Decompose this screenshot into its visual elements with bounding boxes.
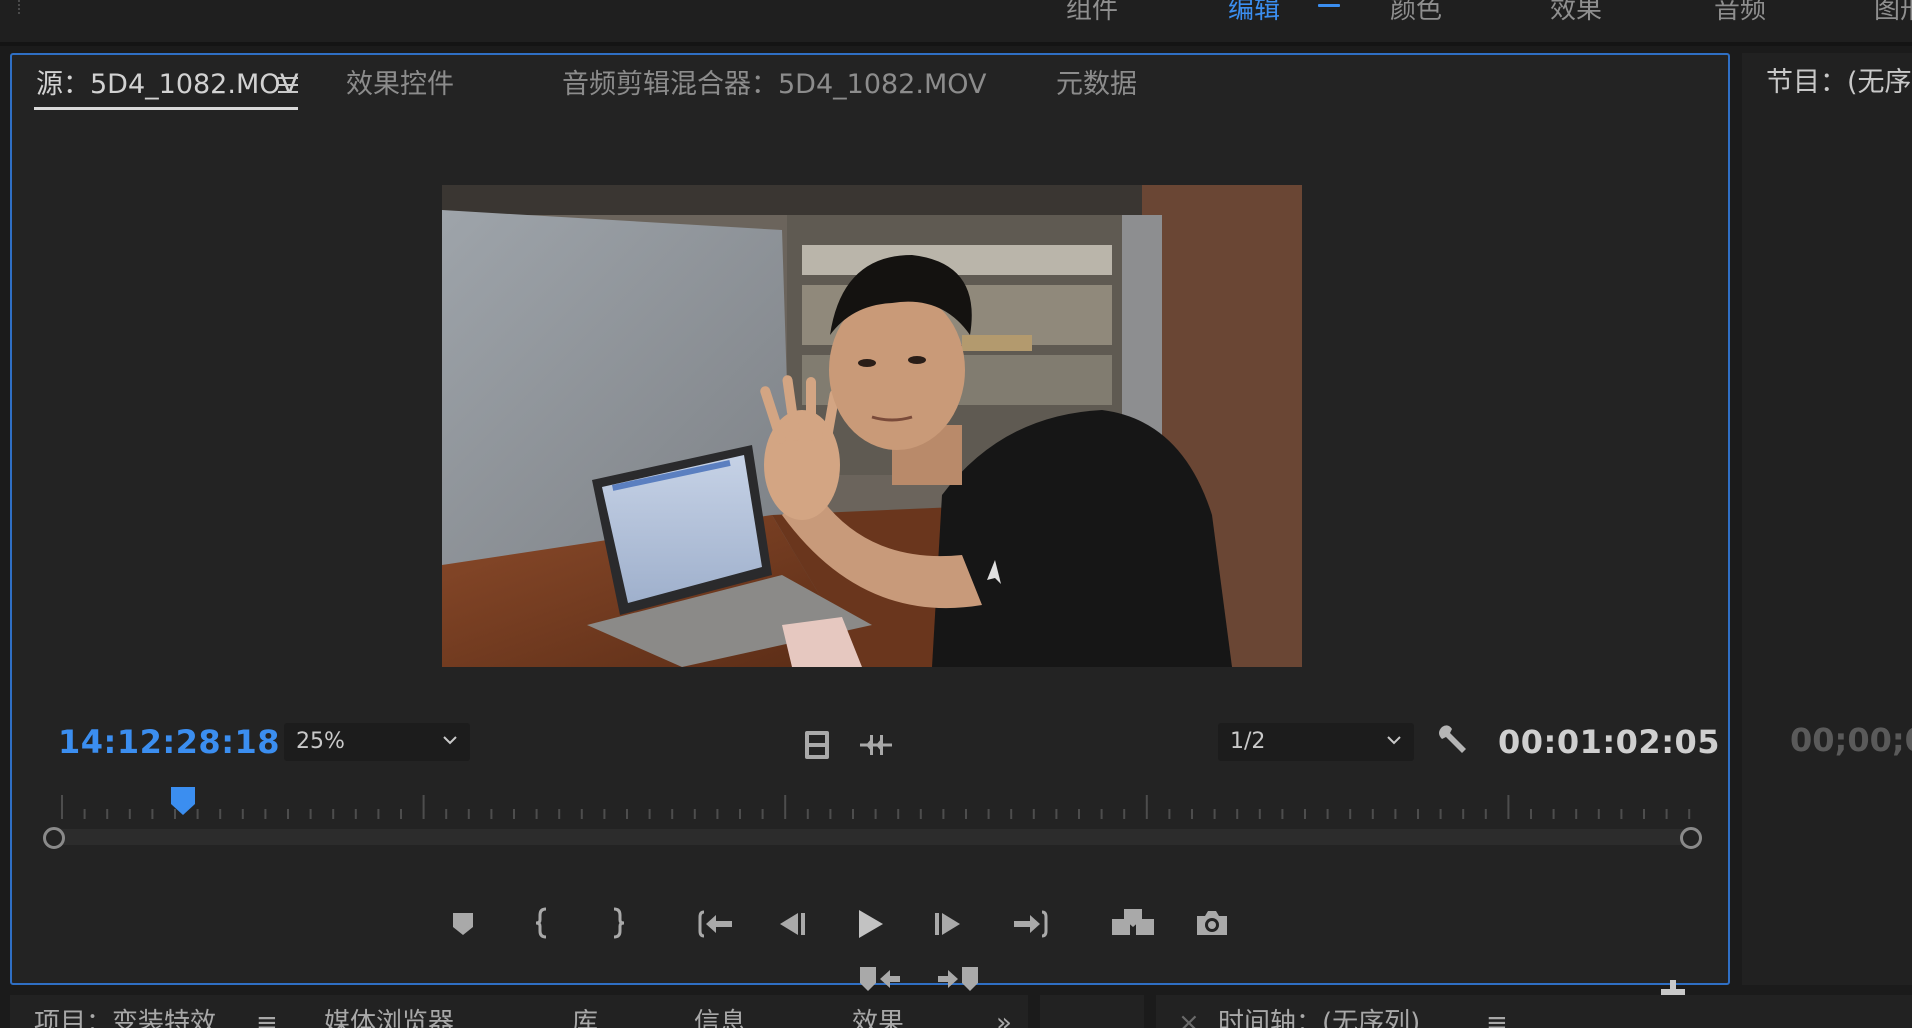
- resolution-value: 1/2: [1230, 729, 1266, 754]
- zoom-dropdown[interactable]: 25%: [284, 723, 470, 761]
- overwrite-icon[interactable]: [936, 965, 980, 993]
- timeline-menu-icon[interactable]: ≡: [1486, 1008, 1508, 1028]
- go-to-out-icon[interactable]: [1012, 909, 1048, 939]
- duration-timecode: 00:01:02:05: [1498, 723, 1721, 761]
- tab-effect-controls[interactable]: 效果控件: [346, 65, 454, 105]
- program-monitor-panel[interactable]: 节目：(无序列) 00;00;00;00: [1742, 53, 1912, 985]
- video-frame-image: [442, 185, 1302, 667]
- play-icon[interactable]: [854, 907, 886, 941]
- tab-info[interactable]: 信息: [694, 1008, 746, 1028]
- workspace-tab-graphics[interactable]: 图形: [1874, 0, 1912, 26]
- tab-source[interactable]: 源：5D4_1082.MOV: [36, 65, 299, 105]
- audio-waveform-icon[interactable]: [858, 731, 894, 759]
- workspace-bar: 组件 编辑 颜色 效果 音频 图形: [0, 0, 1912, 46]
- chevron-down-icon: [1387, 736, 1401, 745]
- insert-overlay-icon[interactable]: [1110, 907, 1156, 939]
- video-preview[interactable]: [442, 185, 1302, 667]
- tab-project[interactable]: 项目：变装特效: [34, 1008, 216, 1028]
- source-panel-tabs: 源：5D4_1082.MOV 效果控件 音频剪辑混合器：5D4_1082.MOV…: [12, 55, 1728, 115]
- bottom-panels: 项目：变装特效 ≡ 媒体浏览器 库 信息 效果 » × 时间轴：(无序列) ≡: [0, 995, 1912, 1028]
- hamburger-icon[interactable]: [1318, 0, 1340, 12]
- program-title[interactable]: 节目：(无序列): [1766, 63, 1912, 103]
- tab-audio-clip-mixer[interactable]: 音频剪辑混合器：5D4_1082.MOV: [562, 65, 987, 105]
- zoom-scrollbar[interactable]: [54, 829, 1692, 845]
- playhead-icon[interactable]: [170, 786, 196, 816]
- active-tab-underline: [34, 107, 298, 110]
- film-strip-icon[interactable]: [802, 729, 832, 761]
- workspace-tab-assembly[interactable]: 组件: [1066, 0, 1118, 26]
- timeline-panel-header: × 时间轴：(无序列) ≡: [1156, 995, 1912, 1028]
- insert-icon[interactable]: [858, 965, 902, 993]
- workspace-tab-editing[interactable]: 编辑: [1228, 0, 1280, 26]
- workspace-tab-color[interactable]: 颜色: [1390, 0, 1442, 26]
- zoom-value: 25%: [296, 729, 345, 754]
- go-to-in-icon[interactable]: [698, 909, 734, 939]
- source-monitor-panel[interactable]: 源：5D4_1082.MOV 效果控件 音频剪辑混合器：5D4_1082.MOV…: [10, 53, 1730, 1004]
- step-forward-icon[interactable]: [932, 909, 964, 939]
- mark-out-icon[interactable]: [606, 907, 628, 939]
- tab-media-browser[interactable]: 媒体浏览器: [324, 1008, 454, 1028]
- workspace-grip[interactable]: [18, 0, 22, 14]
- tools-panel-header: [1040, 995, 1144, 1028]
- current-timecode[interactable]: 14:12:28:18: [58, 723, 280, 761]
- tab-metadata[interactable]: 元数据: [1056, 65, 1137, 105]
- panel-menu-icon[interactable]: [278, 77, 298, 95]
- marker-icon[interactable]: [448, 909, 478, 939]
- mark-in-icon[interactable]: [532, 907, 554, 939]
- scrollbar-right-handle[interactable]: [1680, 827, 1702, 849]
- close-icon[interactable]: ×: [1178, 1008, 1200, 1028]
- scrollbar-left-handle[interactable]: [43, 827, 65, 849]
- workspace-tab-audio[interactable]: 音频: [1714, 0, 1766, 26]
- step-back-icon[interactable]: [776, 909, 808, 939]
- project-menu-icon[interactable]: ≡: [256, 1008, 278, 1028]
- chevron-down-icon: [443, 736, 457, 745]
- timeline-title[interactable]: 时间轴：(无序列): [1218, 1008, 1420, 1028]
- workspace-tab-effects[interactable]: 效果: [1550, 0, 1602, 26]
- wrench-icon[interactable]: [1436, 721, 1472, 757]
- premiere-window: 组件 编辑 颜色 效果 音频 图形 源：5D4_1082.MOV 效果控件 音频…: [0, 0, 1912, 1028]
- program-timecode[interactable]: 00;00;00;00: [1790, 721, 1912, 759]
- project-panel-header: 项目：变装特效 ≡ 媒体浏览器 库 信息 效果 »: [10, 995, 1028, 1028]
- resolution-dropdown[interactable]: 1/2: [1218, 723, 1414, 761]
- tab-libraries[interactable]: 库: [572, 1008, 598, 1028]
- overflow-chevron-icon[interactable]: »: [996, 1008, 1012, 1028]
- camera-icon[interactable]: [1194, 907, 1230, 939]
- tab-effects[interactable]: 效果: [852, 1008, 904, 1028]
